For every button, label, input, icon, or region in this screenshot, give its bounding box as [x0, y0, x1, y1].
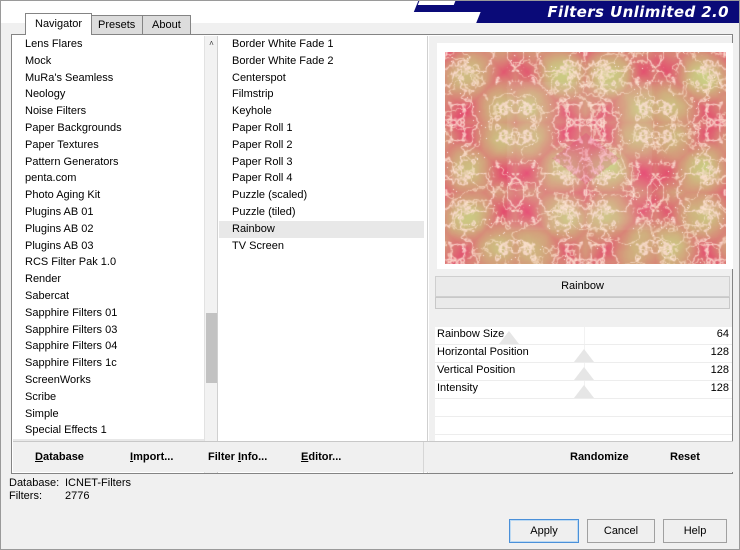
filter-list-item[interactable]: Paper Roll 2	[219, 137, 424, 154]
action-button-reset[interactable]: Reset	[670, 449, 700, 467]
category-list-item[interactable]: Photo Aging Kit	[13, 187, 213, 204]
scrollbar-thumb[interactable]	[206, 313, 217, 383]
status-info: Database: ICNET-Filters Filters: 2776	[9, 477, 229, 511]
status-filters-value: 2776	[65, 490, 90, 502]
category-scrollbar[interactable]: ˄ ˅	[204, 36, 218, 473]
category-list-item[interactable]: Pattern Generators	[13, 154, 213, 171]
cancel-button[interactable]: Cancel	[587, 519, 655, 543]
filter-list-items[interactable]: Border White Fade 1 Border White Fade 2 Ce…	[219, 36, 424, 473]
action-button-import[interactable]: Import...	[130, 449, 173, 467]
slider-row[interactable]: Vertical Position 128	[435, 363, 732, 381]
slider-row-empty	[435, 399, 732, 417]
filter-list-item[interactable]: TV Screen	[219, 238, 424, 255]
slider-handle[interactable]	[573, 349, 594, 362]
preview-image[interactable]	[445, 52, 726, 264]
slider-tick	[583, 327, 585, 344]
status-database-label: Database:	[9, 477, 60, 489]
category-list-item[interactable]: Lens Flares	[13, 36, 213, 53]
action-button-database[interactable]: Database	[35, 449, 84, 467]
slider-handle[interactable]	[573, 367, 594, 380]
preset-name-bar: Rainbow	[435, 276, 730, 297]
category-list-item[interactable]: MuRa's Seamless	[13, 70, 213, 87]
action-bar: Database Import... Filter Info... Editor...…	[13, 441, 733, 473]
preview-panel: Rainbow Rainbow Size 64 Horizontal Positio…	[429, 36, 733, 473]
status-database-value: ICNET-Filters	[65, 477, 131, 489]
filter-list-item[interactable]: Paper Roll 1	[219, 120, 424, 137]
filter-list-item[interactable]: Filmstrip	[219, 86, 424, 103]
category-list-item[interactable]: Plugins AB 01	[13, 204, 213, 221]
tab-strip: Navigator Presets About	[11, 13, 733, 35]
category-list-item[interactable]: Special Effects 1	[13, 422, 213, 439]
slider-label: Rainbow Size	[437, 328, 505, 340]
status-filters-label: Filters:	[9, 490, 42, 502]
preset-scrollbar[interactable]	[435, 297, 730, 309]
category-list[interactable]: Lens Flares Mock MuRa's Seamless Neology Noi…	[13, 36, 213, 473]
pane-divider-1	[217, 36, 218, 473]
slider-handle[interactable]	[573, 385, 594, 398]
filter-list-item[interactable]: Puzzle (tiled)	[219, 204, 424, 221]
banner-swoosh-3	[417, 1, 461, 5]
tab-navigator[interactable]: Navigator	[25, 13, 93, 35]
slider-label: Intensity	[437, 382, 478, 394]
category-list-item[interactable]: Plugins AB 03	[13, 238, 213, 255]
category-list-item[interactable]: Plugins AB 02	[13, 221, 213, 238]
category-list-item[interactable]: Render	[13, 271, 213, 288]
pane-divider-2	[427, 36, 428, 473]
category-list-item[interactable]: RCS Filter Pak 1.0	[13, 254, 213, 271]
category-list-item[interactable]: Paper Backgrounds	[13, 120, 213, 137]
category-list-item[interactable]: Sabercat	[13, 288, 213, 305]
slider-row[interactable]: Horizontal Position 128	[435, 345, 732, 363]
status-filters-row: Filters: 2776	[9, 490, 229, 503]
tab-presets[interactable]: Presets	[88, 15, 146, 35]
category-list-item[interactable]: ScreenWorks	[13, 372, 213, 389]
category-list-item[interactable]: Mock	[13, 53, 213, 70]
slider-label: Horizontal Position	[437, 346, 529, 358]
category-list-item[interactable]: Scribe	[13, 389, 213, 406]
slider-row[interactable]: Rainbow Size 64	[435, 327, 732, 345]
status-database-row: Database: ICNET-Filters	[9, 477, 229, 490]
tab-about[interactable]: About	[142, 15, 191, 35]
action-button-editor[interactable]: Editor...	[301, 449, 341, 467]
category-list-items[interactable]: Lens Flares Mock MuRa's Seamless Neology Noi…	[13, 36, 213, 473]
category-list-item[interactable]: Sapphire Filters 01	[13, 305, 213, 322]
filter-list-item[interactable]: Paper Roll 4	[219, 170, 424, 187]
category-list-item[interactable]: Sapphire Filters 1c	[13, 355, 213, 372]
category-list-item[interactable]: penta.com	[13, 170, 213, 187]
category-list-item[interactable]: Paper Textures	[13, 137, 213, 154]
category-list-item[interactable]: Simple	[13, 406, 213, 423]
filter-list-item[interactable]: Paper Roll 3	[219, 154, 424, 171]
filter-list[interactable]: Border White Fade 1 Border White Fade 2 Ce…	[219, 36, 424, 473]
slider-row[interactable]: Intensity 128	[435, 381, 732, 399]
filter-list-item[interactable]: Puzzle (scaled)	[219, 187, 424, 204]
status-bar: Database: ICNET-Filters Filters: 2776 Appl…	[1, 475, 739, 549]
app-window: Filters Unlimited 2.0 Navigator Presets …	[0, 0, 740, 550]
slider-value: 64	[716, 328, 729, 340]
category-list-item[interactable]: Noise Filters	[13, 103, 213, 120]
filter-list-item[interactable]: Keyhole	[219, 103, 424, 120]
preset-spacer	[435, 309, 730, 326]
category-list-item[interactable]: Neology	[13, 86, 213, 103]
slider-row-empty	[435, 417, 732, 435]
filter-list-item[interactable]: Border White Fade 2	[219, 53, 424, 70]
slider-value: 128	[710, 382, 729, 394]
client-area: Lens Flares Mock MuRa's Seamless Neology Noi…	[11, 34, 733, 474]
filter-list-item[interactable]: Centerspot	[219, 70, 424, 87]
category-list-item[interactable]: Sapphire Filters 04	[13, 338, 213, 355]
slider-value: 128	[710, 364, 729, 376]
slider-label: Vertical Position	[437, 364, 516, 376]
filter-list-item[interactable]: Border White Fade 1	[219, 36, 424, 53]
apply-button[interactable]: Apply	[509, 519, 579, 543]
category-list-item[interactable]: Sapphire Filters 03	[13, 322, 213, 339]
preview-frame	[437, 43, 733, 269]
slider-value: 128	[710, 346, 729, 358]
action-button-randomize[interactable]: Randomize	[570, 449, 629, 467]
help-button[interactable]: Help	[663, 519, 727, 543]
action-bar-divider	[423, 442, 424, 473]
filter-list-item[interactable]: Rainbow	[219, 220, 424, 238]
action-button-filter-info[interactable]: Filter Info...	[208, 449, 267, 467]
